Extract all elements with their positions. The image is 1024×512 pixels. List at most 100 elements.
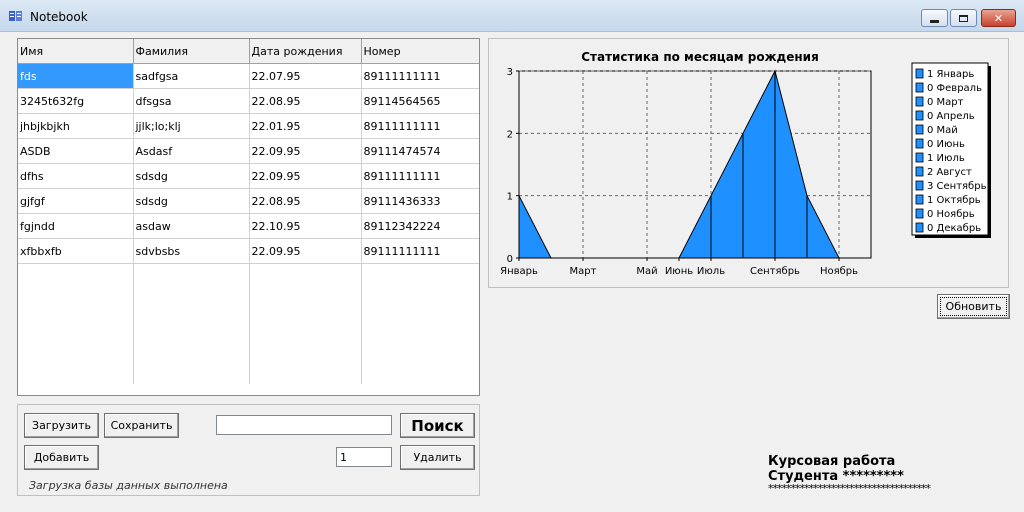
empty-row <box>18 312 479 336</box>
cell-name[interactable]: 3245t632fg <box>18 88 134 114</box>
cell-name[interactable]: jhbjkbjkh <box>18 113 134 139</box>
cell-name[interactable]: xfbbxfb <box>18 238 134 264</box>
app-icon <box>9 11 22 21</box>
cell-surname[interactable]: sadfgsa <box>133 63 250 89</box>
empty-cell <box>18 360 134 384</box>
legend-entry: 0 Май <box>927 125 958 136</box>
x-tick-label: Май <box>636 266 657 277</box>
empty-cell <box>133 336 250 360</box>
cell-surname[interactable]: asdaw <box>133 213 250 239</box>
table-row[interactable]: ASDB Asdasf 22.09.95 89111474574 <box>18 138 479 164</box>
minimize-button[interactable] <box>921 9 948 27</box>
legend-swatch <box>915 208 924 219</box>
cell-name[interactable]: fds <box>18 63 134 89</box>
y-tick-label: 3 <box>507 67 513 78</box>
status-text: Загрузка базы данных выполнена <box>29 479 228 492</box>
cell-phone[interactable]: 89111111111 <box>361 63 479 89</box>
cell-surname[interactable]: dfsgsa <box>133 88 250 114</box>
legend-entry: 1 Июль <box>927 153 965 164</box>
cell-birthdate[interactable]: 22.10.95 <box>249 213 362 239</box>
contacts-grid[interactable]: Имя Фамилия Дата рождения Номер fds sadfg… <box>17 38 480 396</box>
table-row[interactable]: xfbbxfb sdvbsbs 22.09.95 89111111111 <box>18 238 479 264</box>
cell-surname[interactable]: sdsdg <box>133 188 250 214</box>
empty-cell <box>249 288 362 312</box>
empty-cell <box>361 312 479 336</box>
x-tick-label: Январь <box>500 266 538 277</box>
legend-swatch <box>915 110 924 121</box>
cell-phone[interactable]: 89111436333 <box>361 188 479 214</box>
table-row[interactable]: 3245t632fg dfsgsa 22.08.95 89114564565 <box>18 88 479 114</box>
cell-phone[interactable]: 89111111111 <box>361 113 479 139</box>
cell-birthdate[interactable]: 22.08.95 <box>249 88 362 114</box>
column-header-surname[interactable]: Фамилия <box>133 39 250 64</box>
cell-name[interactable]: gjfgf <box>18 188 134 214</box>
empty-cell <box>18 288 134 312</box>
cell-phone[interactable]: 89111474574 <box>361 138 479 164</box>
cell-surname[interactable]: Asdasf <box>133 138 250 164</box>
cell-birthdate[interactable]: 22.09.95 <box>249 138 362 164</box>
x-tick-label: Июнь <box>665 266 693 277</box>
load-button[interactable]: Загрузить <box>24 413 99 438</box>
table-row[interactable]: fgjndd asdaw 22.10.95 89112342224 <box>18 213 479 239</box>
y-tick-label: 2 <box>507 129 513 140</box>
search-button[interactable]: Поиск <box>400 413 475 438</box>
column-header-name[interactable]: Имя <box>18 39 134 64</box>
empty-cell <box>18 336 134 360</box>
empty-cell <box>18 312 134 336</box>
empty-cell <box>249 360 362 384</box>
empty-cell <box>18 263 134 288</box>
x-tick-label: Март <box>570 266 597 277</box>
add-button[interactable]: Добавить <box>24 445 99 470</box>
refresh-button[interactable]: Обновить <box>937 294 1010 319</box>
legend-entry: 0 Декабрь <box>927 223 981 234</box>
delete-button[interactable]: Удалить <box>400 445 475 470</box>
cell-birthdate[interactable]: 22.07.95 <box>249 63 362 89</box>
table-row[interactable]: gjfgf sdsdg 22.08.95 89111436333 <box>18 188 479 214</box>
search-input[interactable] <box>216 415 392 435</box>
cell-birthdate[interactable]: 22.09.95 <box>249 163 362 189</box>
legend-swatch <box>915 152 924 163</box>
cell-phone[interactable]: 89114564565 <box>361 88 479 114</box>
legend-entry: 0 Март <box>927 97 964 108</box>
x-tick-label: Июль <box>697 266 725 277</box>
empty-cell <box>133 263 250 288</box>
maximize-button[interactable] <box>950 9 977 27</box>
empty-cell <box>133 312 250 336</box>
cell-phone[interactable]: 89111111111 <box>361 238 479 264</box>
empty-cell <box>249 312 362 336</box>
close-button[interactable]: ✕ <box>981 9 1016 27</box>
y-tick-label: 0 <box>507 254 513 265</box>
delete-index-input[interactable] <box>336 447 392 467</box>
save-button[interactable]: Сохранить <box>104 413 179 438</box>
legend-swatch <box>915 166 924 177</box>
table-row[interactable]: jhbjkbjkh jjlk;lo;klj 22.01.95 89111111111 <box>18 113 479 139</box>
legend-entry: 0 Ноябрь <box>927 209 975 220</box>
cell-birthdate[interactable]: 22.08.95 <box>249 188 362 214</box>
chart-title: Статистика по месяцам рождения <box>581 50 819 64</box>
column-header-phone[interactable]: Номер <box>361 39 479 64</box>
cell-phone[interactable]: 89112342224 <box>361 213 479 239</box>
title-bar[interactable]: Notebook ✕ <box>0 0 1024 32</box>
empty-cell <box>361 360 479 384</box>
coursework-label: Курсовая работа Студента ********* <box>768 454 904 484</box>
cell-phone[interactable]: 89111111111 <box>361 163 479 189</box>
maximize-icon <box>959 14 968 22</box>
legend-swatch <box>915 124 924 135</box>
cell-birthdate[interactable]: 22.09.95 <box>249 238 362 264</box>
cell-surname[interactable]: jjlk;lo;klj <box>133 113 250 139</box>
empty-row <box>18 288 479 312</box>
legend-swatch <box>915 138 924 149</box>
legend-entry: 1 Январь <box>927 69 974 80</box>
cell-birthdate[interactable]: 22.01.95 <box>249 113 362 139</box>
cell-name[interactable]: fgjndd <box>18 213 134 239</box>
cell-surname[interactable]: sdvbsbs <box>133 238 250 264</box>
app-window: Notebook ✕ Имя Фамилия Дата рождения Ном… <box>0 0 1024 512</box>
cell-name[interactable]: dfhs <box>18 163 134 189</box>
minimize-icon <box>930 19 939 23</box>
column-header-birthdate[interactable]: Дата рождения <box>249 39 362 64</box>
cell-surname[interactable]: sdsdg <box>133 163 250 189</box>
table-row[interactable]: dfhs sdsdg 22.09.95 89111111111 <box>18 163 479 189</box>
cell-name[interactable]: ASDB <box>18 138 134 164</box>
table-row[interactable]: fds sadfgsa 22.07.95 89111111111 <box>18 63 479 89</box>
y-tick-label: 1 <box>507 192 513 203</box>
